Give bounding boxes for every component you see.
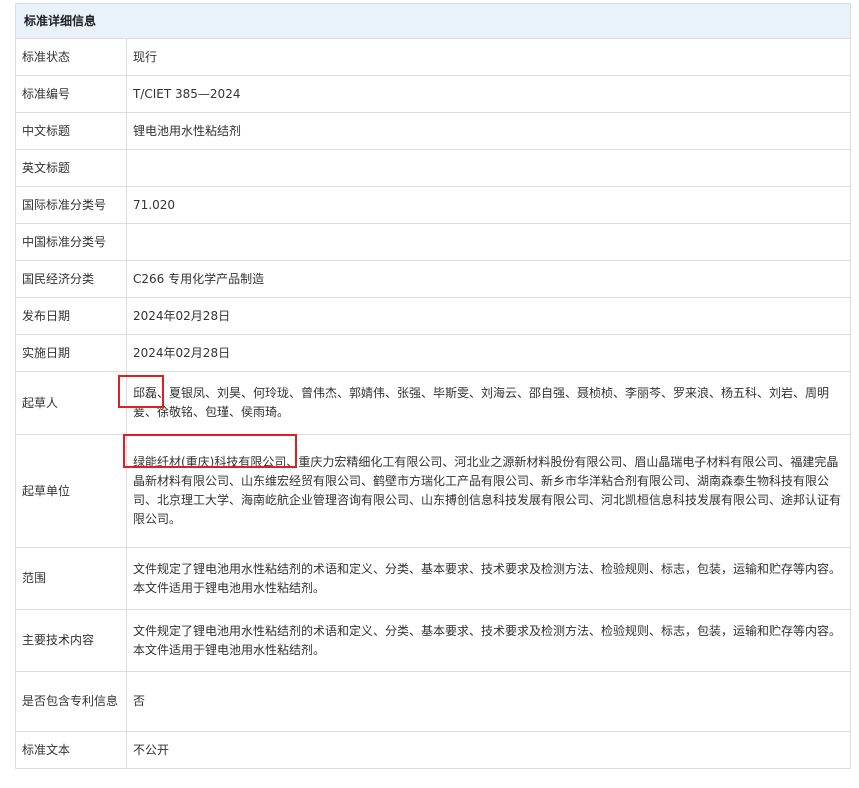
row-drafting-units: 起草单位 绿能纤材(重庆)科技有限公司、重庆力宏精细化工有限公司、河北业之源新材… <box>15 434 851 548</box>
row-patent: 是否包含专利信息 否 <box>15 671 851 732</box>
row-label: 起草人 <box>15 371 127 435</box>
row-label: 英文标题 <box>15 149 127 187</box>
row-label: 国际标准分类号 <box>15 186 127 224</box>
row-value <box>126 149 851 187</box>
row-value <box>126 223 851 261</box>
row-standard-text: 标准文本 不公开 <box>15 731 851 769</box>
row-label: 实施日期 <box>15 334 127 372</box>
row-number: 标准编号 T/CIET 385—2024 <box>15 75 851 113</box>
row-label: 范围 <box>15 547 127 610</box>
row-publish-date: 发布日期 2024年02月28日 <box>15 297 851 335</box>
row-value: 71.020 <box>126 186 851 224</box>
row-value: 邱磊、夏银凤、刘昊、何玲珑、曾伟杰、郭婧伟、张强、毕斯雯、刘海云、邵自强、聂桢桢… <box>126 371 851 435</box>
standard-detail-table: 标准详细信息 标准状态 现行 标准编号 T/CIET 385—2024 中文标题… <box>15 3 851 769</box>
row-ics: 国际标准分类号 71.020 <box>15 186 851 224</box>
row-status: 标准状态 现行 <box>15 38 851 76</box>
row-value: 否 <box>126 671 851 732</box>
row-ccs: 中国标准分类号 <box>15 223 851 261</box>
row-value: 不公开 <box>126 731 851 769</box>
row-label: 标准状态 <box>15 38 127 76</box>
row-label: 中文标题 <box>15 112 127 150</box>
section-title: 标准详细信息 <box>15 3 851 39</box>
row-value: C266 专用化学产品制造 <box>126 260 851 298</box>
row-label: 国民经济分类 <box>15 260 127 298</box>
row-label: 中国标准分类号 <box>15 223 127 261</box>
row-label: 发布日期 <box>15 297 127 335</box>
row-label: 起草单位 <box>15 434 127 548</box>
row-cn-title: 中文标题 锂电池用水性粘结剂 <box>15 112 851 150</box>
row-value: 文件规定了锂电池用水性粘结剂的术语和定义、分类、基本要求、技术要求及检测方法、检… <box>126 547 851 610</box>
row-value: 现行 <box>126 38 851 76</box>
row-en-title: 英文标题 <box>15 149 851 187</box>
row-label: 是否包含专利信息 <box>15 671 127 732</box>
row-value: 锂电池用水性粘结剂 <box>126 112 851 150</box>
row-label: 标准编号 <box>15 75 127 113</box>
row-label: 标准文本 <box>15 731 127 769</box>
row-value: 绿能纤材(重庆)科技有限公司、重庆力宏精细化工有限公司、河北业之源新材料股份有限… <box>126 434 851 548</box>
row-value: 2024年02月28日 <box>126 297 851 335</box>
standard-detail-panel: 标准详细信息 标准状态 现行 标准编号 T/CIET 385—2024 中文标题… <box>15 3 851 769</box>
row-value: 文件规定了锂电池用水性粘结剂的术语和定义、分类、基本要求、技术要求及检测方法、检… <box>126 609 851 672</box>
row-value: T/CIET 385—2024 <box>126 75 851 113</box>
row-economy: 国民经济分类 C266 专用化学产品制造 <box>15 260 851 298</box>
row-effective-date: 实施日期 2024年02月28日 <box>15 334 851 372</box>
row-main-content: 主要技术内容 文件规定了锂电池用水性粘结剂的术语和定义、分类、基本要求、技术要求… <box>15 609 851 672</box>
row-scope: 范围 文件规定了锂电池用水性粘结剂的术语和定义、分类、基本要求、技术要求及检测方… <box>15 547 851 610</box>
row-label: 主要技术内容 <box>15 609 127 672</box>
row-value: 2024年02月28日 <box>126 334 851 372</box>
row-drafters: 起草人 邱磊、夏银凤、刘昊、何玲珑、曾伟杰、郭婧伟、张强、毕斯雯、刘海云、邵自强… <box>15 371 851 435</box>
